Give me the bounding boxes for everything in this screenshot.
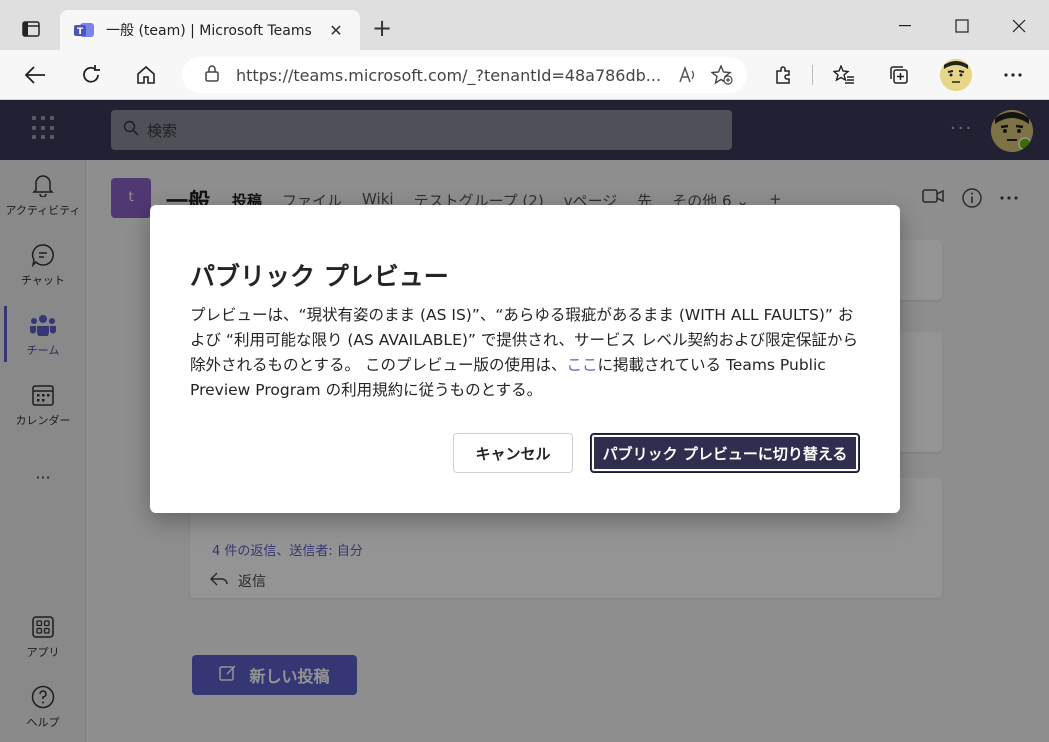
browser-profile-avatar[interactable]: [940, 59, 972, 91]
refresh-icon[interactable]: [76, 61, 106, 89]
terms-link[interactable]: ここ: [566, 356, 597, 374]
extensions-icon[interactable]: [768, 61, 798, 89]
browser-toolbar: https://teams.microsoft.com/_?tenantId=4…: [0, 50, 1049, 100]
dialog-title: パブリック プレビュー: [190, 262, 449, 291]
collections-icon[interactable]: [884, 61, 914, 89]
back-icon[interactable]: [20, 61, 50, 89]
public-preview-dialog: パブリック プレビュー プレビューは、“現状有姿のまま (AS IS)”、“あら…: [150, 205, 900, 513]
teams-logo-icon: T: [74, 20, 96, 40]
cancel-button[interactable]: キャンセル: [453, 433, 573, 473]
lock-icon[interactable]: [204, 64, 220, 86]
settings-more-icon[interactable]: [998, 61, 1028, 89]
tab-close-icon[interactable]: ✕: [326, 21, 346, 40]
home-icon[interactable]: [131, 61, 161, 89]
dialog-body: プレビューは、“現状有姿のまま (AS IS)”、“あらゆる瑕疵があるまま (W…: [190, 303, 860, 403]
tab-actions-icon[interactable]: [16, 14, 46, 44]
favorites-icon[interactable]: [829, 61, 859, 89]
maximize-icon[interactable]: [947, 14, 977, 38]
browser-tab[interactable]: T 一般 (team) | Microsoft Teams ✕: [60, 10, 360, 50]
add-favorite-icon[interactable]: [709, 62, 735, 88]
minimize-icon[interactable]: [890, 14, 920, 38]
tab-title: 一般 (team) | Microsoft Teams: [106, 23, 312, 39]
toolbar-divider: [812, 65, 813, 85]
new-tab-button[interactable]: +: [368, 14, 396, 42]
address-bar[interactable]: https://teams.microsoft.com/_?tenantId=4…: [182, 57, 747, 93]
svg-text:T: T: [77, 27, 84, 37]
close-window-icon[interactable]: [1004, 14, 1034, 38]
switch-to-preview-button[interactable]: パブリック プレビューに切り替える: [590, 433, 860, 473]
url-text[interactable]: https://teams.microsoft.com/_?tenantId=4…: [236, 66, 667, 85]
read-aloud-icon[interactable]: [675, 62, 701, 88]
browser-tab-bar: T 一般 (team) | Microsoft Teams ✕ +: [0, 0, 1049, 50]
